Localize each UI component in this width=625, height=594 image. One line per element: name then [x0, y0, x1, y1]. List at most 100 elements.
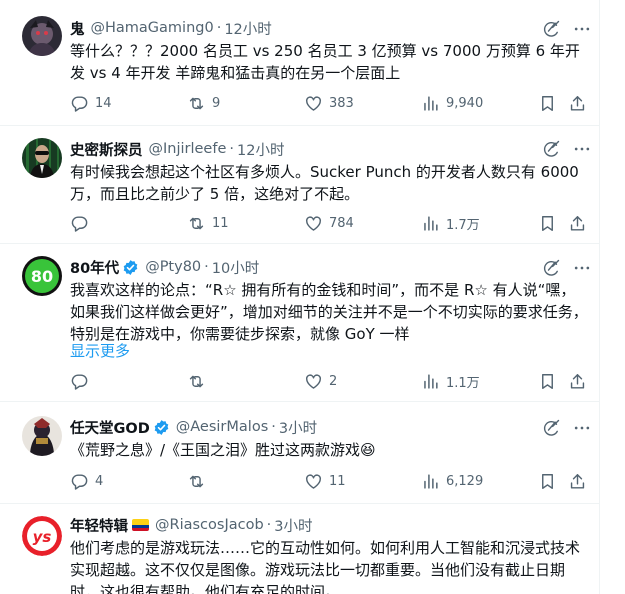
- views-bar-chart-icon: [421, 472, 440, 491]
- retweet-icon: [187, 214, 206, 233]
- retweet-button[interactable]: 9: [187, 92, 220, 114]
- reply-feed: 鬼 @HamaGaming0 · 12小时 等什么？？？2000 名员工 vs …: [0, 0, 600, 594]
- like-count: 11: [329, 473, 346, 489]
- avatar-text: ys: [33, 528, 52, 546]
- like-button[interactable]: 11: [304, 470, 346, 492]
- avatar[interactable]: 80: [22, 256, 62, 296]
- reply-button[interactable]: 14: [70, 92, 112, 114]
- show-more-link[interactable]: 显示更多: [70, 340, 130, 361]
- display-name[interactable]: 史密斯探员: [70, 139, 143, 160]
- timestamp[interactable]: 10小时: [212, 257, 259, 278]
- avatar[interactable]: [22, 16, 62, 56]
- tweet-3[interactable]: 80 80年代 @Pty80 · 10小时 我喜欢这样的论点：“R☆ 拥有所有的…: [0, 244, 600, 402]
- reply-count: 14: [95, 95, 112, 111]
- verified-badge-icon: [153, 419, 170, 436]
- share-icon: [568, 94, 587, 113]
- action-bar: 11 784 1.7万: [70, 212, 595, 234]
- display-name[interactable]: 80年代: [70, 257, 119, 278]
- reply-button[interactable]: 4: [70, 470, 103, 492]
- tweet-1[interactable]: 鬼 @HamaGaming0 · 12小时 等什么？？？2000 名员工 vs …: [0, 0, 600, 126]
- more-icon[interactable]: [572, 258, 592, 278]
- share-button[interactable]: [568, 212, 587, 234]
- bookmark-button[interactable]: [538, 470, 557, 492]
- reply-icon: [70, 214, 89, 233]
- share-icon: [568, 472, 587, 491]
- grok-icon[interactable]: [541, 139, 561, 159]
- tweet-text: 等什么？？？2000 名员工 vs 250 名员工 3 亿预算 vs 7000 …: [70, 42, 580, 82]
- retweet-icon: [187, 472, 206, 491]
- views-button[interactable]: 9,940: [421, 92, 483, 114]
- tweet-4[interactable]: 任天堂GOD @AesirMalos · 3小时 《荒野之息》/《王国之泪》胜过…: [0, 402, 600, 504]
- retweet-button[interactable]: 11: [187, 212, 229, 234]
- display-name[interactable]: 年轻特辑: [70, 515, 128, 536]
- like-count: 784: [329, 215, 354, 231]
- reply-count: 4: [95, 473, 104, 489]
- separator-dot: ·: [271, 419, 276, 435]
- tweet-text: 他们考虑的是游戏玩法……它的互动性如何。如何利用人工智能和沉浸式技术实现超越。这…: [70, 539, 581, 594]
- retweet-button[interactable]: [187, 370, 212, 392]
- like-count: 2: [329, 373, 338, 389]
- user-handle[interactable]: @Injirleefe: [149, 141, 227, 157]
- grok-icon[interactable]: [541, 19, 561, 39]
- more-icon[interactable]: [572, 418, 592, 438]
- heart-icon: [304, 94, 323, 113]
- views-button[interactable]: 1.7万: [421, 212, 480, 234]
- share-button[interactable]: [568, 92, 587, 114]
- avatar[interactable]: ys: [22, 516, 62, 556]
- grok-icon[interactable]: [541, 258, 561, 278]
- bookmark-icon: [538, 214, 557, 233]
- avatar[interactable]: [22, 416, 62, 456]
- tweet-2[interactable]: 史密斯探员 @Injirleefe · 12小时 有时候我会想起这个社区有多烦人…: [0, 126, 600, 244]
- heart-icon: [304, 472, 323, 491]
- display-name[interactable]: 任天堂GOD: [70, 417, 150, 438]
- user-handle[interactable]: @Pty80: [145, 259, 201, 275]
- bookmark-button[interactable]: [538, 370, 557, 392]
- share-button[interactable]: [568, 370, 587, 392]
- action-bar: 4 11 6,129: [70, 470, 595, 492]
- more-icon[interactable]: [572, 19, 592, 39]
- separator-dot: ·: [229, 141, 234, 157]
- like-button[interactable]: 383: [304, 92, 354, 114]
- tweet-text: 我喜欢这样的论点：“R☆ 拥有所有的金钱和时间”，而不是 R☆ 有人说“嘿，如果…: [70, 281, 588, 343]
- tweet-header: 80年代 @Pty80 · 10小时: [70, 257, 259, 277]
- grok-icon[interactable]: [541, 418, 561, 438]
- avatar[interactable]: [22, 138, 62, 178]
- retweet-icon: [187, 94, 206, 113]
- tweet-5[interactable]: ys 年轻特辑 @RiascosJacob · 3小时 他们考虑的是游戏玩法………: [0, 504, 600, 594]
- like-button[interactable]: 784: [304, 212, 354, 234]
- views-button[interactable]: 1.1万: [421, 370, 480, 392]
- bookmark-button[interactable]: [538, 92, 557, 114]
- views-bar-chart-icon: [421, 372, 440, 391]
- user-handle[interactable]: @AesirMalos: [176, 419, 268, 435]
- bookmark-icon: [538, 472, 557, 491]
- share-button[interactable]: [568, 470, 587, 492]
- tweet-text: 《荒野之息》/《王国之泪》胜过这两款游戏😆: [70, 441, 376, 459]
- views-button[interactable]: 6,129: [421, 470, 483, 492]
- heart-icon: [304, 214, 323, 233]
- avatar-text: 80: [31, 267, 53, 286]
- timestamp[interactable]: 12小时: [237, 139, 284, 160]
- view-count: 6,129: [446, 473, 484, 489]
- timestamp[interactable]: 3小时: [279, 417, 317, 438]
- user-handle[interactable]: @RiascosJacob: [155, 517, 264, 533]
- retweet-button[interactable]: [187, 470, 212, 492]
- retweet-count: 9: [212, 95, 221, 111]
- action-bar: 2 1.1万: [70, 370, 595, 392]
- verified-badge-icon: [122, 259, 139, 276]
- tweet-header: 任天堂GOD @AesirMalos · 3小时: [70, 417, 317, 437]
- view-count: 1.7万: [446, 217, 480, 233]
- like-button[interactable]: 2: [304, 370, 337, 392]
- user-handle[interactable]: @HamaGaming0: [91, 20, 214, 36]
- timestamp[interactable]: 12小时: [224, 18, 271, 39]
- display-name[interactable]: 鬼: [70, 18, 85, 39]
- bookmark-icon: [538, 94, 557, 113]
- separator-dot: ·: [216, 20, 222, 36]
- separator-dot: ·: [204, 259, 209, 275]
- view-count: 9,940: [446, 95, 484, 111]
- reply-button[interactable]: [70, 370, 95, 392]
- more-icon[interactable]: [572, 139, 592, 159]
- view-count: 1.1万: [446, 375, 480, 391]
- timestamp[interactable]: 3小时: [274, 515, 312, 536]
- bookmark-button[interactable]: [538, 212, 557, 234]
- reply-button[interactable]: [70, 212, 95, 234]
